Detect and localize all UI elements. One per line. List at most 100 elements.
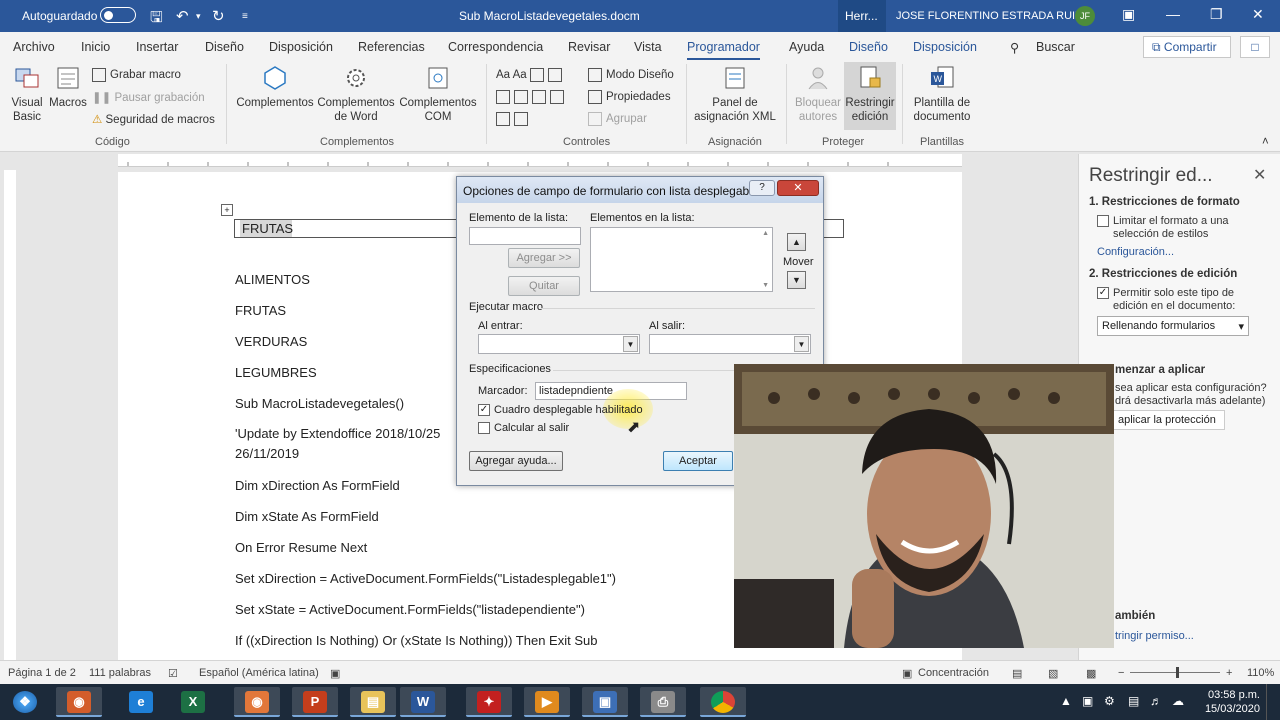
taskbar-app-excel[interactable]: X — [170, 687, 216, 717]
tray-settings-icon[interactable]: ⚙ — [1104, 694, 1115, 708]
print-layout-icon[interactable]: ▧ — [1048, 667, 1058, 680]
network-tray-icon[interactable]: ▤ — [1128, 694, 1139, 708]
horizontal-ruler[interactable] — [118, 154, 962, 167]
content-controls-row2[interactable] — [496, 90, 568, 104]
calc-on-exit-checkbox[interactable] — [478, 422, 490, 434]
autosave-toggle[interactable] — [100, 7, 136, 23]
tab-vista[interactable]: Vista — [634, 40, 662, 54]
move-up-icon[interactable]: ▲ — [787, 233, 806, 251]
pane-title[interactable]: Restringir ed... — [1089, 165, 1213, 187]
settings-link[interactable]: Configuración... — [1097, 246, 1174, 258]
help-icon[interactable]: ? — [749, 180, 775, 196]
tab-insertar[interactable]: Insertar — [136, 40, 178, 54]
taskbar-clock[interactable]: 03:58 p.m. 15/03/2020 — [1196, 688, 1260, 716]
doc-line[interactable]: Dim xState As FormField — [235, 509, 379, 524]
vertical-ruler[interactable] — [4, 170, 16, 660]
tab-disposicion[interactable]: Disposición — [269, 40, 333, 54]
web-layout-icon[interactable]: ▩ — [1086, 667, 1096, 680]
content-controls-row3[interactable] — [496, 112, 532, 126]
redo-icon[interactable]: ↻ — [212, 7, 225, 25]
save-icon[interactable]: 🖫 — [150, 7, 163, 32]
content-controls-row1[interactable]: Aa Aa — [496, 68, 566, 82]
allow-only-checkbox[interactable]: ✓ — [1097, 287, 1109, 299]
doc-line[interactable]: On Error Resume Next — [235, 540, 367, 555]
table-move-handle-icon[interactable]: + — [221, 204, 233, 216]
doc-line[interactable]: Dim xDirection As FormField — [235, 478, 400, 493]
com-addins-button[interactable]: Complementos COM — [398, 64, 478, 124]
focus-mode[interactable]: Concentración — [918, 667, 989, 679]
add-item-button[interactable]: Agregar >> — [508, 248, 580, 268]
doc-line[interactable]: 26/11/2019 — [235, 446, 299, 461]
zoom-in-icon[interactable]: + — [1226, 667, 1232, 679]
record-macro-button[interactable]: Grabar macro — [92, 68, 181, 82]
doc-line[interactable]: ALIMENTOS — [235, 272, 310, 287]
pane-close-icon[interactable]: ✕ — [1253, 165, 1266, 185]
taskbar-app-word[interactable]: W — [400, 687, 446, 717]
doc-line[interactable]: FRUTAS — [235, 303, 286, 318]
search-icon[interactable]: ⚲ — [1010, 40, 1019, 55]
minimize-icon[interactable]: — — [1166, 6, 1180, 22]
ok-button[interactable]: Aceptar — [663, 451, 733, 471]
add-help-button[interactable]: Agregar ayuda... — [469, 451, 563, 471]
taskbar-app-presenter[interactable]: ◉ — [56, 687, 102, 717]
user-name[interactable]: JOSE FLORENTINO ESTRADA RUIZ — [896, 10, 1082, 22]
remove-item-button[interactable]: Quitar — [508, 276, 580, 296]
block-authors-button[interactable]: Bloquear autores — [792, 64, 844, 124]
doc-line[interactable]: 'Update by Extendoffice 2018/10/25 — [235, 426, 440, 441]
properties-button[interactable]: Propiedades — [588, 90, 671, 104]
taskbar-app-camera[interactable]: ◉ — [234, 687, 280, 717]
limit-format-checkbox[interactable] — [1097, 215, 1109, 227]
doc-line[interactable]: Sub MacroListadevegetales() — [235, 396, 404, 411]
search-box[interactable]: Buscar — [1036, 40, 1075, 54]
tray-overflow-icon[interactable]: ▲ — [1060, 694, 1072, 708]
doc-line[interactable]: LEGUMBRES — [235, 365, 317, 380]
undo-dropdown-icon[interactable]: ▾ — [196, 11, 201, 22]
dialog-close-icon[interactable]: ✕ — [777, 180, 819, 196]
taskbar-app-media[interactable]: ▶ — [524, 687, 570, 717]
taskbar-app-explorer[interactable]: ▤ — [350, 687, 396, 717]
start-button[interactable]: ❖ — [2, 687, 48, 717]
tab-table-layout[interactable]: Disposición — [913, 40, 977, 54]
items-listbox[interactable]: ▲ ▼ — [590, 227, 773, 292]
scroll-up-icon[interactable]: ▲ — [762, 230, 769, 237]
taskbar-app-ie[interactable]: e — [118, 687, 164, 717]
zoom-level[interactable]: 110% — [1247, 667, 1274, 679]
taskbar-app-network[interactable]: ▣ — [582, 687, 628, 717]
tab-correspondencia[interactable]: Correspondencia — [448, 40, 543, 54]
volume-icon[interactable]: ♬ — [1150, 694, 1162, 708]
editing-type-select[interactable]: Rellenando formularios ▾ — [1097, 316, 1249, 336]
design-mode-button[interactable]: Modo Diseño — [588, 68, 674, 82]
tray-app-icon[interactable]: ▣ — [1082, 694, 1093, 708]
on-entry-combo[interactable]: ▼ — [478, 334, 640, 354]
restrict-permission-link[interactable]: tringir permiso... — [1115, 630, 1194, 642]
tab-diseno[interactable]: Diseño — [205, 40, 244, 54]
doc-line[interactable]: If ((xDirection Is Nothing) Or (xState I… — [235, 633, 597, 648]
close-icon[interactable]: ✕ — [1252, 6, 1264, 23]
word-count[interactable]: 111 palabras — [89, 667, 151, 679]
cloud-icon[interactable]: ☁ — [1172, 694, 1184, 708]
restore-icon[interactable]: ❐ — [1210, 6, 1223, 23]
undo-icon[interactable]: ↶ — [176, 7, 189, 25]
collapse-ribbon-icon[interactable]: ˄ — [1262, 136, 1269, 148]
zoom-out-icon[interactable]: − — [1118, 667, 1124, 679]
doc-line[interactable]: Set xState = ActiveDocument.FormFields("… — [235, 602, 585, 617]
tab-programador[interactable]: Programador — [687, 40, 760, 60]
group-button[interactable]: Agrupar — [588, 112, 647, 126]
apply-protection-button[interactable]: aplicar la protección — [1113, 410, 1225, 430]
share-button[interactable]: ⧉ Compartir — [1143, 36, 1231, 58]
taskbar-app-acrobat[interactable]: ✦ — [466, 687, 512, 717]
addins-button[interactable]: Complementos — [234, 64, 316, 110]
focus-icon[interactable]: ▣ — [902, 667, 912, 680]
macro-security-button[interactable]: ⚠ Seguridad de macros — [92, 112, 215, 126]
doc-line[interactable]: VERDURAS — [235, 334, 307, 349]
move-down-icon[interactable]: ▼ — [787, 271, 806, 289]
comments-button[interactable]: □ — [1240, 36, 1270, 58]
taskbar-app-printer[interactable]: ⎙ — [640, 687, 686, 717]
macros-button[interactable]: Macros — [48, 64, 88, 110]
tools-context-tab[interactable]: Herr... — [838, 0, 886, 32]
zoom-slider-thumb[interactable] — [1176, 667, 1179, 678]
dropdown-enabled-checkbox[interactable]: ✓ — [478, 404, 490, 416]
visual-basic-button[interactable]: Visual Basic — [8, 64, 46, 124]
scroll-down-icon[interactable]: ▼ — [762, 282, 769, 289]
restrict-editing-button[interactable]: Restringir edición — [844, 62, 896, 130]
